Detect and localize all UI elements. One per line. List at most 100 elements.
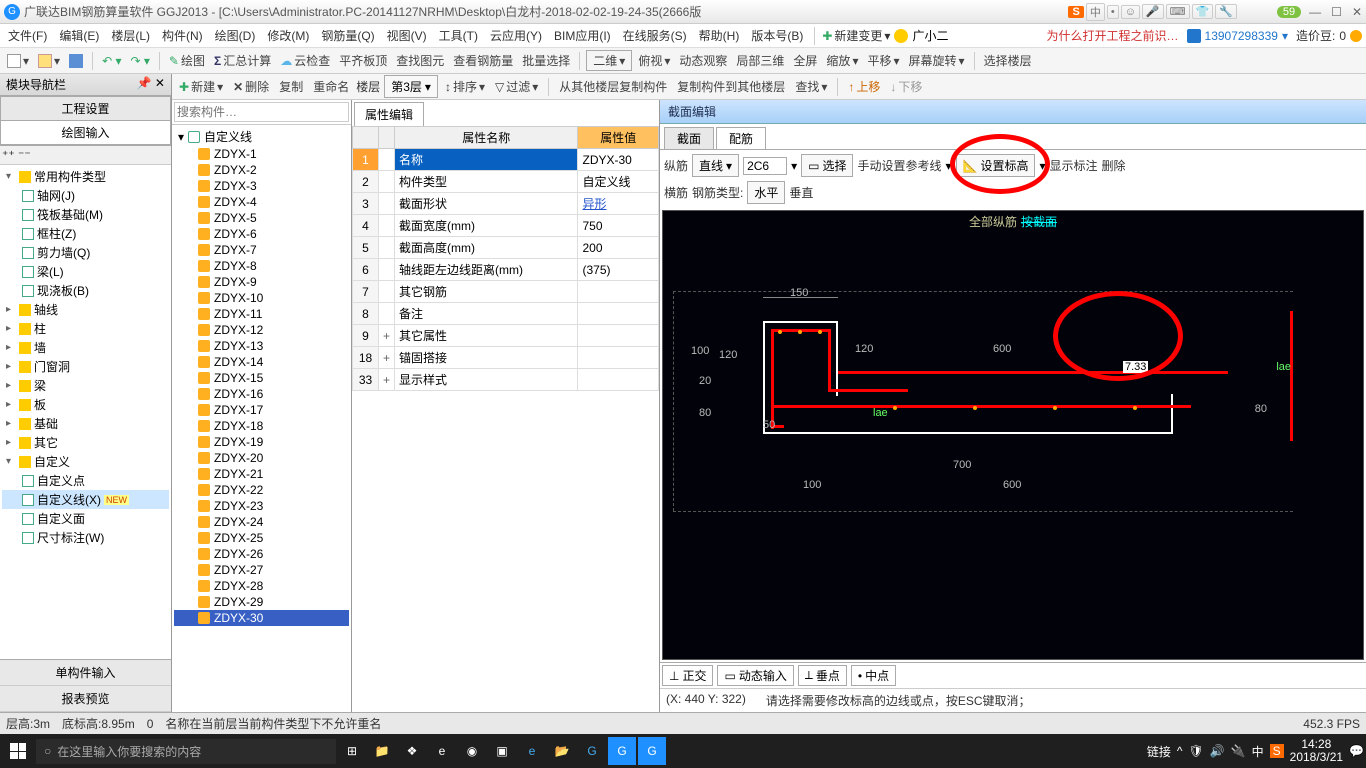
mid-snap-button[interactable]: • 中点 [851,665,896,686]
section-canvas[interactable]: 全部纵筋 按截面 150 [662,210,1364,660]
tab-rebar[interactable]: 配筋 [716,127,766,149]
tab-draw-input[interactable]: 绘图输入 [1,121,170,145]
comp-item[interactable]: ZDYX-30 [174,610,349,626]
app6-icon[interactable]: G [608,737,636,765]
nav-pin-icon[interactable]: 📌 ✕ [137,76,165,93]
comp-item[interactable]: ZDYX-22 [174,482,349,498]
app5-icon[interactable]: G [578,737,606,765]
menu-floor[interactable]: 楼层(L) [107,25,154,46]
batch-select-button[interactable]: 批量选择 [519,50,573,71]
comp-item[interactable]: ZDYX-13 [174,338,349,354]
tab-properties[interactable]: 属性编辑 [354,102,424,126]
ctx-rename-button[interactable]: 重命名 [310,76,352,97]
ortho-button[interactable]: ⊥ 正交 [662,665,713,686]
file-save-icon[interactable] [66,52,86,70]
flat-top-button[interactable]: 平齐板顶 [336,50,390,71]
tray-notify-icon[interactable]: 💬 [1349,744,1364,758]
app7-icon[interactable]: G [638,737,666,765]
menu-bim[interactable]: BIM应用(I) [550,25,615,46]
rebar-input[interactable] [743,157,787,175]
comp-item[interactable]: ZDYX-10 [174,290,349,306]
tray-ime-icon[interactable]: 中 [1252,743,1264,760]
fullscreen-button[interactable]: 全屏 [790,50,820,71]
comp-item[interactable]: ZDYX-24 [174,514,349,530]
copy-from-floor-button[interactable]: 从其他楼层复制构件 [556,76,670,97]
comp-item[interactable]: ZDYX-20 [174,450,349,466]
comp-item[interactable]: ZDYX-4 [174,194,349,210]
comp-item[interactable]: ZDYX-23 [174,498,349,514]
menu-cloud[interactable]: 云应用(Y) [486,25,546,46]
move-down-button[interactable]: ↓下移 [887,76,925,97]
start-button[interactable] [2,737,34,765]
app4-icon[interactable]: ▣ [488,737,516,765]
app1-icon[interactable]: 📁 [368,737,396,765]
elevation-value[interactable]: 7.33 [1123,361,1148,373]
nav-collapse-icon[interactable]: ⁻⁻ [18,148,31,162]
comp-item[interactable]: ZDYX-15 [174,370,349,386]
comp-item[interactable]: ZDYX-28 [174,578,349,594]
move-up-button[interactable]: ↑上移 [845,76,883,97]
taskbar-search[interactable]: ○在这里输入你要搜索的内容 [36,739,336,764]
ctx-delete-button[interactable]: ✕删除 [230,76,272,97]
ctx-sort-button[interactable]: ↕排序 ▾ [442,76,488,97]
copy-to-floor-button[interactable]: 复制构件到其他楼层 [674,76,788,97]
tray-up-icon[interactable]: ^ [1177,744,1183,758]
comp-item[interactable]: ZDYX-2 [174,162,349,178]
comp-item[interactable]: ZDYX-21 [174,466,349,482]
comp-item[interactable]: ZDYX-8 [174,258,349,274]
comp-item[interactable]: ZDYX-14 [174,354,349,370]
maximize-button[interactable]: ☐ [1331,5,1342,19]
comp-item[interactable]: ZDYX-6 [174,226,349,242]
property-table[interactable]: 属性名称属性值 1名称ZDYX-302构件类型自定义线3截面形状异形4截面宽度(… [352,126,659,391]
ie-icon[interactable]: e [518,737,546,765]
app2-icon[interactable]: ❖ [398,737,426,765]
new-change-button[interactable]: ✚新建变更 ▾ [822,27,890,44]
menu-draw[interactable]: 绘图(D) [211,25,260,46]
explorer-icon[interactable]: 📂 [548,737,576,765]
update-badge[interactable]: 59 [1277,6,1301,18]
ctx-copy-button[interactable]: 复制 [276,76,306,97]
select-floor-button[interactable]: 选择楼层 [981,50,1035,71]
comp-item[interactable]: ZDYX-17 [174,402,349,418]
comp-root[interactable]: ▾自定义线 [174,127,349,146]
nav-expand-icon[interactable]: ⁺⁺ [2,148,15,162]
help-link[interactable]: 为什么打开工程之前识… [1047,27,1179,44]
ctx-find-button[interactable]: 查找 ▾ [792,76,830,97]
menu-tool[interactable]: 工具(T) [435,25,482,46]
taskview-icon[interactable]: ⊞ [338,737,366,765]
tab-section[interactable]: 截面 [664,127,714,149]
tray-link[interactable]: 链接 [1147,743,1171,760]
draw-button[interactable]: ✎绘图 [166,50,208,71]
menu-file[interactable]: 文件(F) [4,25,51,46]
vert-button[interactable]: 垂直 [789,184,813,201]
dyn-input-button[interactable]: ▭ 动态输入 [717,665,793,686]
ctx-filter-button[interactable]: ▽过滤 ▾ [492,76,541,97]
zoom-button[interactable]: 缩放 ▾ [823,50,861,71]
horiz-button[interactable]: 水平 [747,181,785,204]
ctx-new-button[interactable]: ✚新建 ▾ [176,76,226,97]
app3-icon[interactable]: ◉ [458,737,486,765]
nav-tree[interactable]: ▾常用构件类型 轴网(J) 筏板基础(M) 框柱(Z) 剪力墙(Q) 梁(L) … [0,165,171,659]
minimize-button[interactable]: — [1309,5,1321,19]
show-label-button[interactable]: 显示标注 [1050,157,1098,174]
comp-item[interactable]: ZDYX-29 [174,594,349,610]
tray-volume-icon[interactable]: 🔊 [1210,744,1225,758]
rotate-button[interactable]: 屏幕旋转 ▾ [906,50,968,71]
menu-view[interactable]: 视图(V) [383,25,431,46]
comp-item[interactable]: ZDYX-5 [174,210,349,226]
report-preview-button[interactable]: 报表预览 [0,686,171,712]
cloud-check-button[interactable]: ☁云检查 [277,50,333,71]
tab-project-settings[interactable]: 工程设置 [1,97,170,121]
perp-snap-button[interactable]: ⟂ 垂点 [798,665,847,686]
comp-item[interactable]: ZDYX-26 [174,546,349,562]
comp-item[interactable]: ZDYX-3 [174,178,349,194]
close-button[interactable]: ✕ [1352,5,1362,19]
tray-sogou-icon[interactable]: S [1270,744,1284,758]
local3d-button[interactable]: 局部三维 [733,50,787,71]
file-new-icon[interactable]: ▾ [4,52,32,70]
menu-modify[interactable]: 修改(M) [263,25,313,46]
component-tree[interactable]: ▾自定义线ZDYX-1ZDYX-2ZDYX-3ZDYX-4ZDYX-5ZDYX-… [172,125,351,712]
file-open-icon[interactable]: ▾ [35,52,63,70]
line-button[interactable]: 直线 ▾ [692,154,739,177]
select-button[interactable]: ▭ 选择 [801,154,853,177]
